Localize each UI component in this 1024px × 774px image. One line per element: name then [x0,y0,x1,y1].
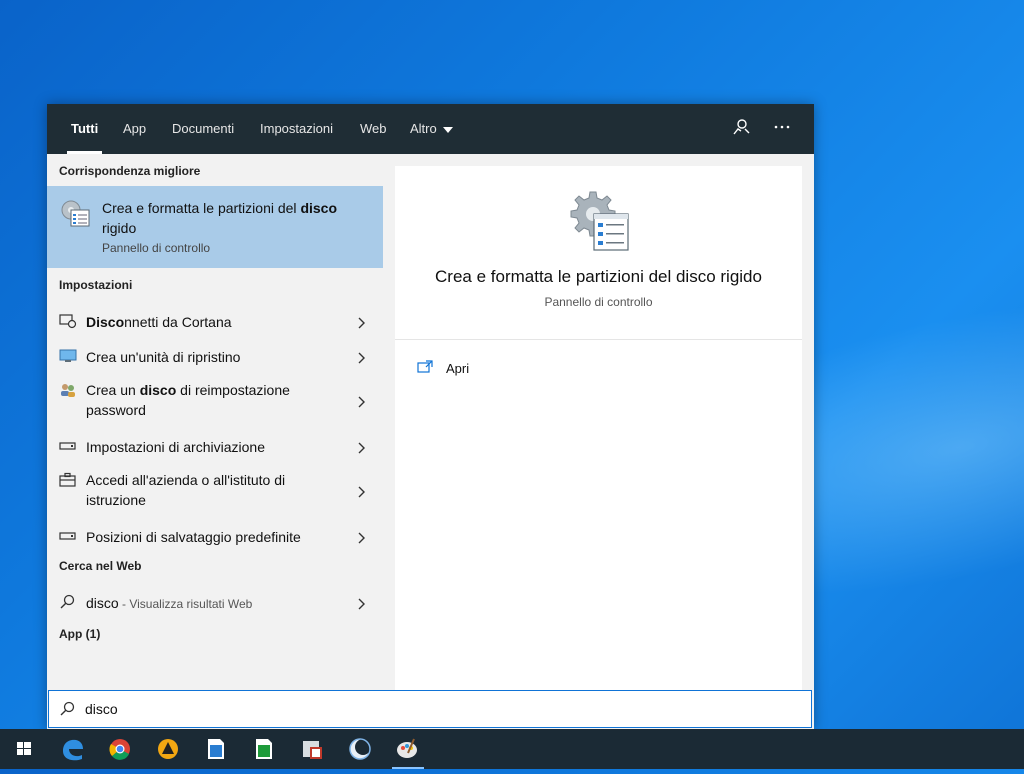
open-icon [417,359,435,375]
settings-item-rest: nnetti da Cortana [124,314,232,330]
storage-drive-icon [59,438,77,454]
best-match-title-post: rigido [102,220,137,236]
chevron-down-icon [442,126,453,133]
chevron-right-icon [357,485,367,498]
chevron-right-icon [357,351,367,364]
web-search-label: disco - Visualizza risultati Web [86,593,336,614]
more-options-icon[interactable] [771,117,793,139]
chevron-right-icon [357,395,367,408]
chevron-right-icon [357,316,367,329]
tab-web[interactable]: Web [360,104,387,154]
best-match-title-pre: Crea e formatta le partizioni del [102,200,301,216]
chevron-right-icon [357,531,367,544]
tab-all[interactable]: Tutti [66,104,103,154]
taskbar-vlc[interactable] [144,729,192,769]
settings-item-label: Crea un disco di reimpostazione password [86,380,336,420]
web-search-hint: - Visualizza risultati Web [118,597,253,611]
best-match-header: Corrispondenza migliore [59,164,201,178]
settings-header: Impostazioni [59,278,133,292]
edge-icon [63,739,83,761]
taskbar-writer[interactable] [192,729,240,769]
briefcase-icon [59,472,77,488]
settings-item-label: Impostazioni di archiviazione [86,439,265,455]
settings-item-label: Accedi all'azienda o all'istituto di ist… [86,472,286,508]
tab-more[interactable]: Altro [410,104,453,154]
search-tabs-bar: Tutti App Documenti Impostazioni Web Alt… [47,104,814,154]
search-input[interactable] [85,699,785,719]
web-search-item[interactable]: disco - Visualizza risultati Web [47,589,383,617]
settings-item-pre: Crea un [86,382,140,398]
taskbar-control-panel[interactable] [288,729,336,769]
writer-icon [208,739,224,759]
best-match-title-bold: disco [300,200,338,216]
taskbar-app[interactable] [336,729,384,769]
taskbar [0,729,1024,769]
taskbar-chrome[interactable] [96,729,144,769]
preview-title: Crea e formatta le partizioni del disco … [435,267,762,286]
vlc-icon [158,739,178,759]
paint-icon [397,738,417,758]
search-panel: Tutti App Documenti Impostazioni Web Alt… [47,104,814,730]
preview-divider [395,339,802,340]
settings-item-password-reset-disk[interactable]: Crea un disco di reimpostazione password [47,378,383,424]
taskbar-paint[interactable] [384,729,432,769]
search-icon [59,701,77,717]
web-search-term: disco [86,595,119,611]
start-button[interactable] [0,729,48,769]
feedback-icon[interactable] [730,117,752,139]
web-header: Cerca nel Web [59,559,142,573]
chevron-right-icon [357,597,367,610]
search-icon [59,594,77,610]
apps-header[interactable]: App (1) [59,627,100,641]
start-icon [17,742,31,755]
preview-subtitle: Pannello di controllo [544,295,653,309]
tab-more-label: Altro [410,121,437,136]
results-list: Corrispondenza migliore Crea e formatta … [47,154,383,690]
monitor-icon [59,348,77,364]
disk-management-large-icon [570,188,630,252]
settings-item-disconnect-cortana[interactable]: Disconnetti da Cortana [47,308,383,336]
preview-pane: Crea e formatta le partizioni del disco … [395,166,802,690]
disk-management-icon [59,198,91,230]
settings-item-label: Crea un'unità di ripristino [86,349,241,365]
tab-apps[interactable]: App [123,104,146,154]
tab-settings[interactable]: Impostazioni [260,104,333,154]
best-match-subtitle: Pannello di controllo [102,241,211,255]
settings-item-save-locations[interactable]: Posizioni di salvataggio predefinite [47,523,383,551]
chevron-right-icon [357,441,367,454]
settings-item-label: Posizioni di salvataggio predefinite [86,529,301,545]
best-match-item[interactable]: Crea e formatta le partizioni del disco … [47,186,383,268]
settings-item-work-school[interactable]: Accedi all'azienda o all'istituto di ist… [47,468,383,514]
calc-icon [256,739,272,759]
settings-item-recovery-drive[interactable]: Crea un'unità di ripristino [47,343,383,371]
search-box[interactable] [48,690,812,728]
tab-documents[interactable]: Documenti [172,104,234,154]
best-match-title: Crea e formatta le partizioni del disco … [102,198,362,238]
taskbar-calc[interactable] [240,729,288,769]
cortana-icon [59,313,77,329]
open-action-label: Apri [446,361,470,376]
settings-item-label: Disconnetti da Cortana [86,312,336,332]
storage-drive-icon [59,528,77,544]
taskbar-edge[interactable] [48,729,96,769]
chrome-icon [109,739,130,760]
settings-item-storage[interactable]: Impostazioni di archiviazione [47,433,383,461]
control-panel-icon [303,741,322,759]
app-icon [349,738,371,760]
settings-item-bold: Disco [86,314,125,330]
settings-item-bold: disco [139,382,177,398]
users-icon [59,382,77,398]
